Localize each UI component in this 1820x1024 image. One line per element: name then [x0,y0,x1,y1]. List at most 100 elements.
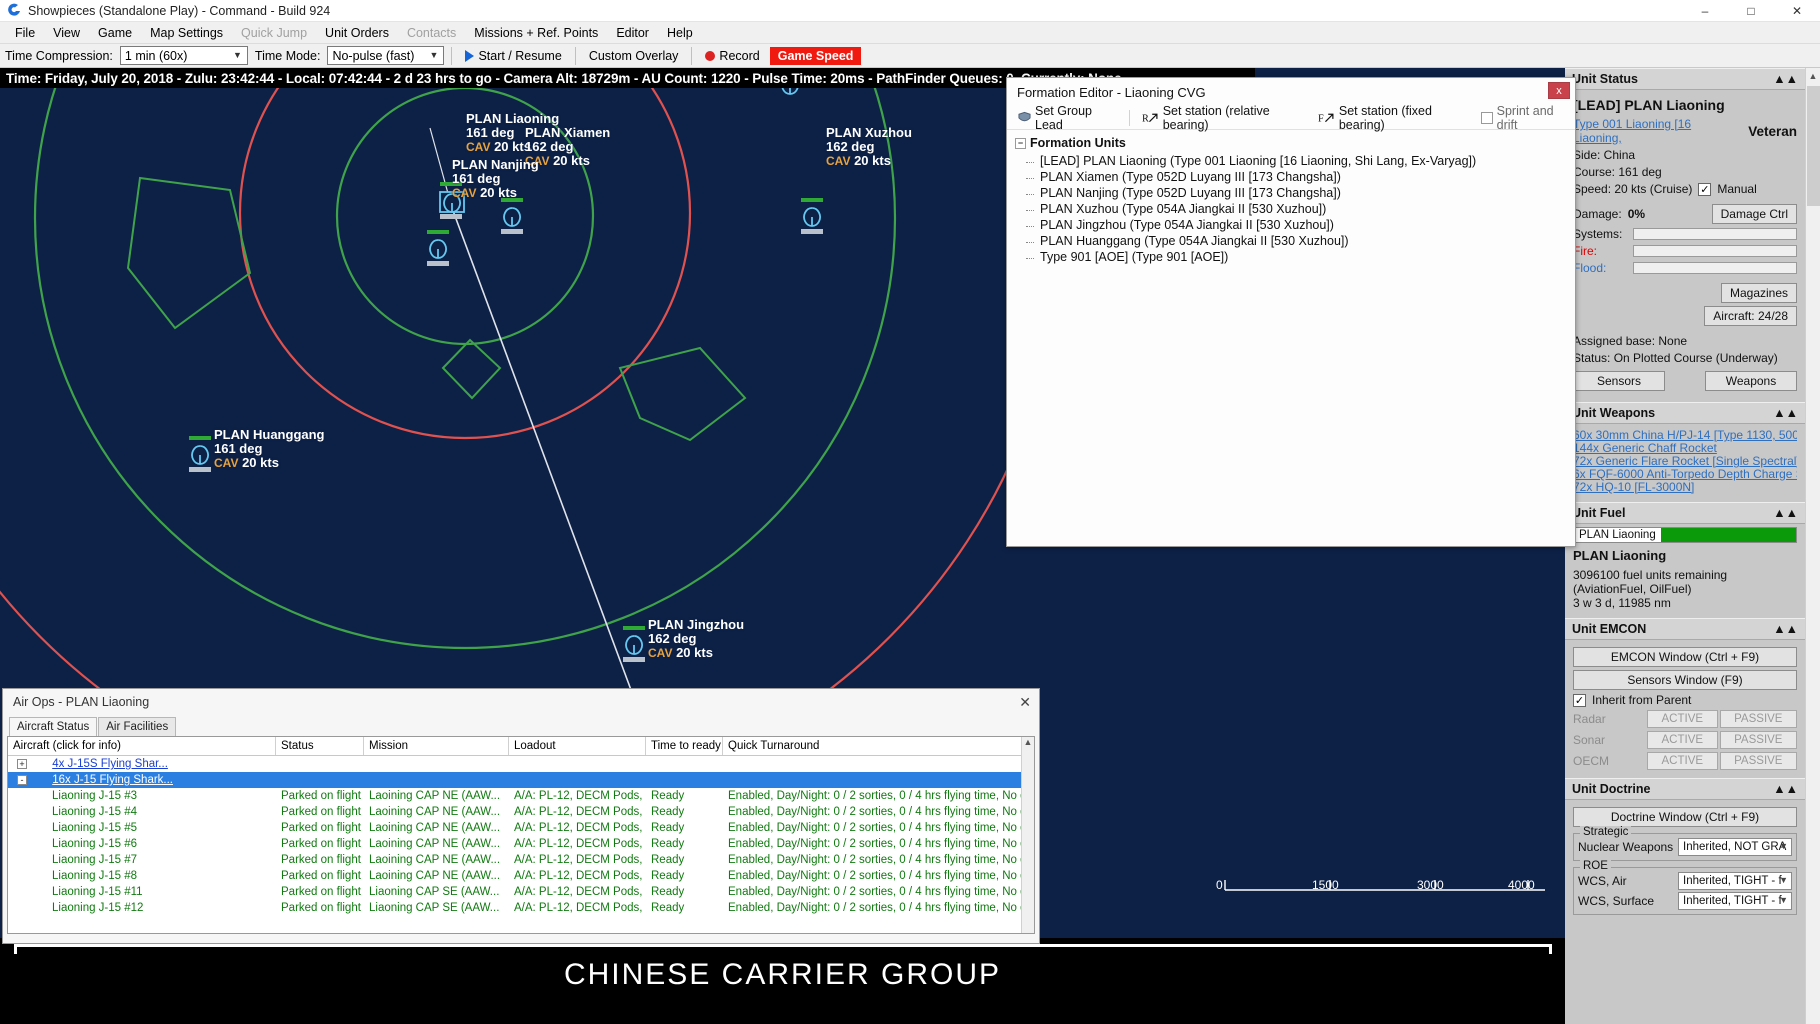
aircraft-status-grid[interactable]: Aircraft (click for info) Status Mission… [7,736,1035,934]
map-unit-label[interactable]: PLAN Xuzhou 162 deg CAV 20 kts [826,126,912,168]
aircraft-group-label[interactable]: 16x J-15 Flying Shark... [52,774,173,786]
column-header-mission[interactable]: Mission [364,737,509,755]
menu-item-missions-ref-points[interactable]: Missions + Ref. Points [465,24,607,42]
formation-units-tree[interactable]: − Formation Units [LEAD] PLAN Liaoning (… [1007,130,1575,265]
scroll-up-icon[interactable]: ▲ [1806,68,1820,84]
weapon-item[interactable]: 72x Generic Flare Rocket [Single Spectra… [1573,455,1797,468]
aircraft-button[interactable]: Aircraft: 24/28 [1704,306,1797,326]
scroll-up-icon[interactable]: ▲ [1022,737,1034,747]
custom-overlay-button[interactable]: Custom Overlay [583,48,685,64]
time-compression-select[interactable]: 1 min (60x) ▼ [120,46,248,65]
map-unit-label[interactable]: PLAN Huanggang 161 deg CAV 20 kts [214,428,325,470]
panel-header-unit-doctrine[interactable]: Unit Doctrine ▲▲ [1565,778,1805,800]
sidebar-scrollbar[interactable]: ▲ [1805,68,1820,1024]
aircraft-row[interactable]: Liaoning J-15 #5Parked on flight deckLao… [8,820,1034,836]
doctrine-window-button[interactable]: Doctrine Window (Ctrl + F9) [1573,807,1797,827]
expand-icon[interactable]: + [17,759,27,769]
aircraft-row[interactable]: Liaoning J-15 #7Parked on flight deckLao… [8,852,1034,868]
column-header-time-to-ready[interactable]: Time to ready [646,737,723,755]
grid-scrollbar[interactable]: ▲ [1021,737,1034,933]
scrollbar-thumb[interactable] [1807,86,1820,206]
menu-item-file[interactable]: File [6,24,44,42]
aircraft-row[interactable]: Liaoning J-15 #8Parked on flight deckLao… [8,868,1034,884]
wcs-air-select[interactable]: Inherited, TIGHT - f ▼ [1678,872,1792,890]
emcon-oecm-passive[interactable]: PASSIVE [1720,752,1797,770]
aircraft-group-row[interactable]: + 4x J-15S Flying Shar... [8,756,1034,772]
formation-editor-dialog[interactable]: Formation Editor - Liaoning CVG x Set Gr… [1006,77,1576,547]
menu-item-editor[interactable]: Editor [607,24,658,42]
weapon-item[interactable]: 72x HQ-10 [FL-3000N] [1573,481,1797,494]
panel-header-unit-weapons[interactable]: Unit Weapons ▲▲ [1565,402,1805,424]
tab-aircraft-status[interactable]: Aircraft Status [9,717,97,736]
weapon-item[interactable]: 6x FQF-6000 Anti-Torpedo Depth Charge Sa… [1573,468,1797,481]
aircraft-group-row[interactable]: - 16x J-15 Flying Shark... [8,772,1034,788]
manual-checkbox[interactable]: ✓ [1698,183,1711,196]
emcon-sonar-active[interactable]: ACTIVE [1647,731,1718,749]
emcon-sonar-passive[interactable]: PASSIVE [1720,731,1797,749]
chevron-up-icon[interactable]: ▲▲ [1773,782,1798,796]
collapse-expander-icon[interactable]: − [1015,138,1026,149]
maximize-button[interactable]: □ [1728,0,1774,22]
formation-editor-close-button[interactable]: x [1548,82,1570,99]
panel-header-unit-fuel[interactable]: Unit Fuel ▲▲ [1565,502,1805,524]
aircraft-row[interactable]: Liaoning J-15 #6Parked on flight deckLao… [8,836,1034,852]
formation-unit-row[interactable]: PLAN Nanjing (Type 052D Luyang III [173 … [1037,185,1575,201]
formation-unit-row[interactable]: Type 901 [AOE] (Type 901 [AOE]) [1037,249,1575,265]
air-ops-close-button[interactable]: ✕ [1019,694,1031,711]
nuclear-weapons-select[interactable]: Inherited, NOT GRA ▼ [1678,838,1792,856]
map-unit-label[interactable]: PLAN Jingzhou 162 deg CAV 20 kts [648,618,744,660]
sensors-window-button[interactable]: Sensors Window (F9) [1573,670,1797,690]
chevron-up-icon[interactable]: ▲▲ [1773,406,1798,420]
formation-units-root[interactable]: − Formation Units [1015,136,1575,150]
menu-item-unit-orders[interactable]: Unit Orders [316,24,398,42]
aircraft-row[interactable]: Liaoning J-15 #11Parked on flight deckLi… [8,884,1034,900]
unit-class-link[interactable]: Type 001 Liaoning [16 Liaoning, [1573,117,1742,145]
menu-item-view[interactable]: View [44,24,89,42]
aircraft-row[interactable]: Liaoning J-15 #4Parked on flight deckLao… [8,804,1034,820]
magazines-button[interactable]: Magazines [1721,283,1797,303]
inherit-from-parent-checkbox[interactable]: ✓ [1573,694,1586,707]
time-mode-select[interactable]: No-pulse (fast) ▼ [327,46,444,65]
chevron-up-icon[interactable]: ▲▲ [1773,72,1798,86]
weapon-item[interactable]: 144x Generic Chaff Rocket [1573,442,1797,455]
chevron-up-icon[interactable]: ▲▲ [1773,506,1798,520]
weapons-button[interactable]: Weapons [1705,371,1797,391]
set-group-lead-button[interactable]: Set Group Lead [1015,103,1120,133]
aircraft-row[interactable]: Liaoning J-15 #12Parked on flight deckLi… [8,900,1034,916]
damage-ctrl-button[interactable]: Damage Ctrl [1712,204,1797,224]
close-button[interactable]: ✕ [1774,0,1820,22]
weapon-item[interactable]: 60x 30mm China H/PJ-14 [Type 1130, 500 r… [1573,429,1797,442]
column-header-status[interactable]: Status [276,737,364,755]
emcon-radar-active[interactable]: ACTIVE [1647,710,1718,728]
column-header-loadout[interactable]: Loadout [509,737,646,755]
tab-air-facilities[interactable]: Air Facilities [98,717,176,736]
column-header-quick-turnaround[interactable]: Quick Turnaround [723,737,1023,755]
panel-header-unit-emcon[interactable]: Unit EMCON ▲▲ [1565,618,1805,640]
record-button[interactable]: Record [699,48,765,64]
panel-header-unit-status[interactable]: Unit Status ▲▲ [1565,68,1805,90]
collapse-icon[interactable]: - [17,775,27,785]
menu-item-map-settings[interactable]: Map Settings [141,24,232,42]
menu-item-help[interactable]: Help [658,24,702,42]
map-unit-label[interactable]: PLAN Nanjing 161 deg CAV 20 kts [452,158,539,200]
emcon-oecm-active[interactable]: ACTIVE [1647,752,1718,770]
air-ops-window[interactable]: Air Ops - PLAN Liaoning ✕ Aircraft Statu… [2,688,1040,944]
sensors-button[interactable]: Sensors [1573,371,1665,391]
formation-unit-row[interactable]: PLAN Huanggang (Type 054A Jiangkai II [5… [1037,233,1575,249]
set-station-fixed-bearing-button[interactable]: F Set station (fixed bearing) [1315,103,1474,133]
minimize-button[interactable]: – [1682,0,1728,22]
aircraft-group-label[interactable]: 4x J-15S Flying Shar... [52,758,168,770]
formation-unit-row[interactable]: PLAN Xuzhou (Type 054A Jiangkai II [530 … [1037,201,1575,217]
emcon-window-button[interactable]: EMCON Window (Ctrl + F9) [1573,647,1797,667]
right-sidebar[interactable]: Unit Status ▲▲ [LEAD] PLAN Liaoning Type… [1565,68,1805,1024]
menu-item-game[interactable]: Game [89,24,141,42]
formation-unit-row[interactable]: [LEAD] PLAN Liaoning (Type 001 Liaoning … [1037,153,1575,169]
sprint-and-drift-checkbox[interactable]: Sprint and drift [1478,103,1575,133]
start-resume-button[interactable]: Start / Resume [459,48,567,64]
wcs-surface-select[interactable]: Inherited, TIGHT - f ▼ [1678,892,1792,910]
formation-unit-row[interactable]: PLAN Jingzhou (Type 054A Jiangkai II [53… [1037,217,1575,233]
column-header-aircraft[interactable]: Aircraft (click for info) [8,737,276,755]
emcon-radar-passive[interactable]: PASSIVE [1720,710,1797,728]
aircraft-row[interactable]: Liaoning J-15 #3Parked on flight deckLao… [8,788,1034,804]
formation-unit-row[interactable]: PLAN Xiamen (Type 052D Luyang III [173 C… [1037,169,1575,185]
